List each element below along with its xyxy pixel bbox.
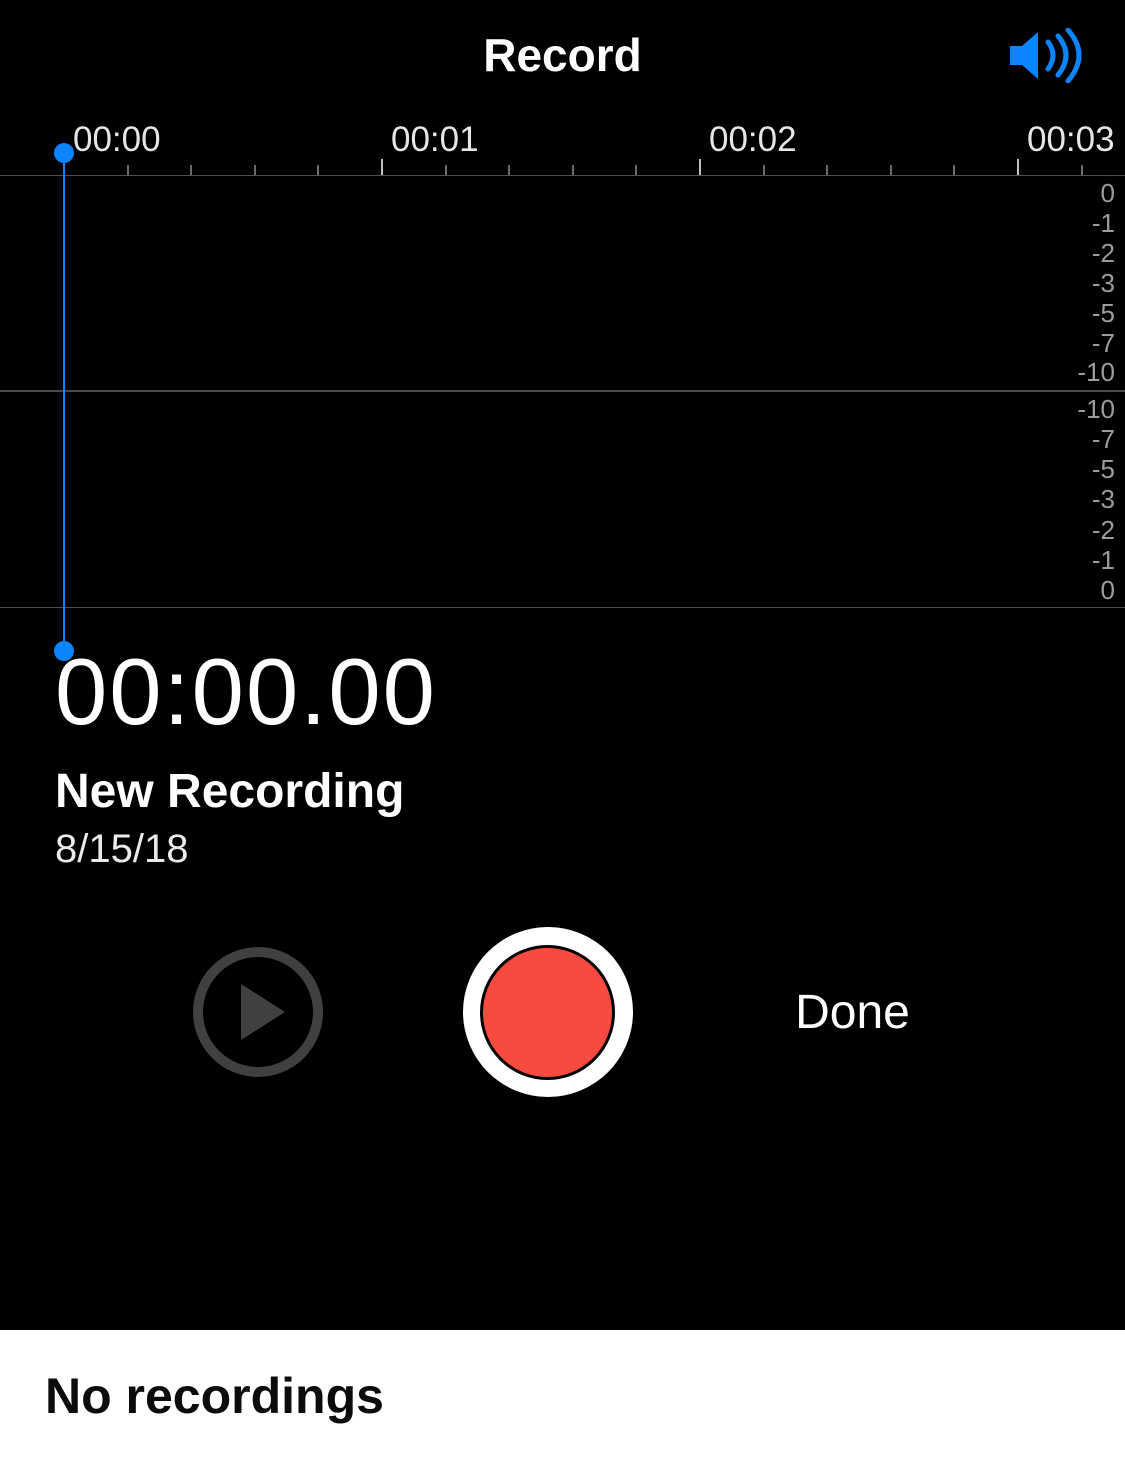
page-title: Record — [483, 28, 641, 82]
timeline-ruler[interactable]: 00:0000:0100:0200:0300:0400:05 — [0, 110, 1125, 176]
ruler-tick-minor — [763, 165, 765, 175]
ruler-label: 00:01 — [391, 120, 479, 160]
header: Record — [0, 0, 1125, 110]
db-label: -7 — [1092, 426, 1115, 452]
waveform-top: 0 -1 -2 -3 -5 -7 -10 — [0, 176, 1125, 392]
playhead[interactable] — [63, 152, 65, 652]
db-scale-bottom: -10-7-5-3-2-10 — [1077, 396, 1115, 604]
play-button[interactable] — [193, 947, 323, 1077]
ruler-tick-major — [699, 159, 701, 175]
library-empty-message: No recordings — [45, 1367, 384, 1425]
library-bar[interactable]: No recordings — [0, 1330, 1125, 1462]
ruler-tick-minor — [127, 165, 129, 175]
recording-title[interactable]: New Recording — [55, 764, 1070, 819]
ruler-tick-major — [1017, 159, 1019, 175]
waveform-bottom: -10-7-5-3-2-10 — [0, 392, 1125, 608]
ruler-tick-minor — [635, 165, 637, 175]
ruler-tick-minor — [190, 165, 192, 175]
ruler-tick-minor — [953, 165, 955, 175]
speaker-button[interactable] — [1005, 25, 1085, 85]
speaker-icon — [1008, 28, 1083, 83]
ruler-label: 00:03 — [1027, 120, 1115, 160]
ruler-tick-minor — [445, 165, 447, 175]
db-label: -10 — [1077, 359, 1115, 385]
ruler-label: 00:00 — [73, 120, 161, 160]
db-label: -7 — [1092, 330, 1115, 356]
db-label: -3 — [1092, 486, 1115, 512]
record-icon — [480, 945, 615, 1080]
db-label: -10 — [1077, 396, 1115, 422]
db-scale-top: 0 -1 -2 -3 -5 -7 -10 — [1077, 180, 1115, 386]
record-button[interactable] — [463, 927, 633, 1097]
db-label: -3 — [1092, 270, 1115, 296]
ruler-tick-minor — [508, 165, 510, 175]
recording-info: 00:00.00 New Recording 8/15/18 — [0, 608, 1125, 872]
db-label: 0 — [1101, 180, 1115, 206]
ruler-tick-minor — [826, 165, 828, 175]
db-label: -2 — [1092, 240, 1115, 266]
ruler-tick-minor — [572, 165, 574, 175]
ruler-tick-minor — [317, 165, 319, 175]
done-button[interactable]: Done — [773, 985, 933, 1040]
controls: Done — [0, 912, 1125, 1112]
ruler-tick-minor — [890, 165, 892, 175]
db-label: -5 — [1092, 300, 1115, 326]
recording-date: 8/15/18 — [55, 827, 1070, 872]
db-label: -2 — [1092, 517, 1115, 543]
db-label: -1 — [1092, 210, 1115, 236]
ruler-tick-minor — [1081, 165, 1083, 175]
ruler-tick-minor — [254, 165, 256, 175]
play-icon — [241, 984, 285, 1040]
time-counter: 00:00.00 — [55, 638, 1070, 746]
db-label: -5 — [1092, 456, 1115, 482]
db-label: 0 — [1101, 577, 1115, 603]
ruler-tick-major — [381, 159, 383, 175]
waveform-area[interactable]: 0-1-2-3-5-7-10 -10-7-5-3-2-10 — [0, 176, 1125, 608]
ruler-label: 00:02 — [709, 120, 797, 160]
db-label: -1 — [1092, 547, 1115, 573]
